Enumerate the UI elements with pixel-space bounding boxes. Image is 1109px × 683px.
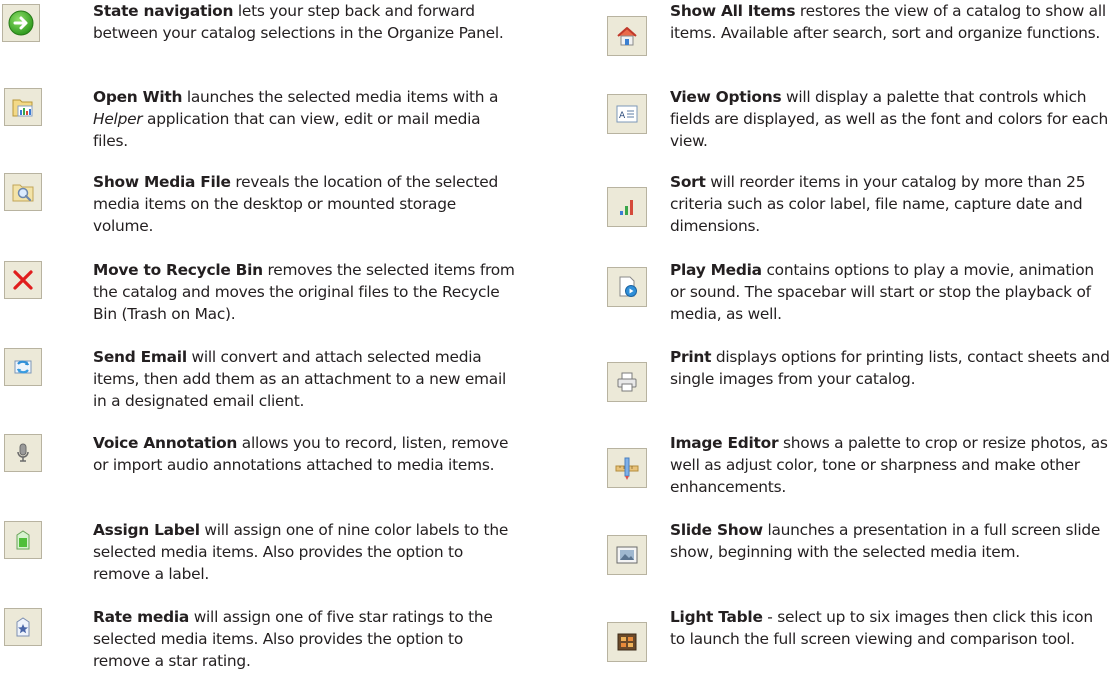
entry-title: Print [670,348,712,366]
entry-title: Show All Items [670,2,796,20]
entry-text: Send Email will convert and attach selec… [93,346,518,412]
entry-title: Light Table [670,608,763,626]
entry-body: application that can view, edit or mail … [93,110,481,150]
slide-show-button[interactable] [607,535,647,575]
send-email-button[interactable] [4,348,42,386]
light-table-button[interactable] [607,622,647,662]
entry-text: Play Media contains options to play a mo… [670,259,1109,325]
play-media-button[interactable] [607,267,647,307]
entry-text: Voice Annotation allows you to record, l… [93,432,518,476]
entry-title: Play Media [670,261,762,279]
entry-text: Slide Show launches a presentation in a … [670,519,1109,563]
entry-title: State navigation [93,2,234,20]
show-media-file-icon [12,184,34,202]
show-media-file-button[interactable] [4,173,42,211]
entry-text: Sort will reorder items in your catalog … [670,171,1109,237]
entry-body: will reorder items in your catalog by mo… [670,173,1086,235]
assign-label-button[interactable] [4,521,42,559]
svg-text:A: A [619,111,626,121]
entry-body-italic: Helper [93,110,143,128]
entry-body: launches the selected media items with a [182,88,499,106]
printer-icon [617,372,637,392]
entry-title: Show Media File [93,173,231,191]
entry-title: Sort [670,173,706,191]
entry-text: View Options will display a palette that… [670,86,1109,152]
show-all-items-button[interactable] [607,16,647,56]
home-icon [617,27,637,46]
send-email-icon [14,360,32,374]
entry-text: State navigation lets your step back and… [93,0,518,44]
entry-title: Send Email [93,348,187,366]
entry-title: Voice Annotation [93,434,238,452]
entry-title: Assign Label [93,521,200,539]
label-icon [16,530,30,550]
entry-title: Slide Show [670,521,763,539]
entry-title: Image Editor [670,434,779,452]
slide-show-icon [616,546,638,564]
entry-text: Image Editor shows a palette to crop or … [670,432,1109,498]
entry-text: Open With launches the selected media it… [93,86,518,152]
entry-text: Show All Items restores the view of a ca… [670,0,1109,44]
state-navigation-button[interactable] [2,4,40,42]
move-to-recycle-bin-button[interactable] [4,261,42,299]
image-editor-icon [615,457,639,480]
entry-title: Move to Recycle Bin [93,261,263,279]
delete-x-icon [13,270,33,290]
view-options-icon: A [616,105,638,123]
arrow-right-icon [8,10,34,36]
entry-text: Move to Recycle Bin removes the selected… [93,259,518,325]
entry-text: Assign Label will assign one of nine col… [93,519,518,585]
entry-text: Show Media File reveals the location of … [93,171,518,237]
entry-title: Rate media [93,608,190,626]
print-button[interactable] [607,362,647,402]
open-with-icon [12,99,33,117]
image-editor-button[interactable] [607,448,647,488]
play-media-icon [619,276,637,297]
entry-body: displays options for printing lists, con… [670,348,1109,388]
light-table-icon [617,633,637,651]
open-with-button[interactable] [4,88,42,126]
entry-text: Light Table - select up to six images th… [670,606,1109,650]
view-options-button[interactable]: A [607,94,647,134]
star-rating-icon [16,617,30,637]
sort-button[interactable] [607,187,647,227]
microphone-icon [17,443,29,462]
sort-bars-icon [620,200,633,215]
entry-text: Print displays options for printing list… [670,346,1109,390]
entry-text: Rate media will assign one of five star … [93,606,518,672]
entry-title: View Options [670,88,782,106]
voice-annotation-button[interactable] [4,434,42,472]
rate-media-button[interactable] [4,608,42,646]
entry-title: Open With [93,88,183,106]
